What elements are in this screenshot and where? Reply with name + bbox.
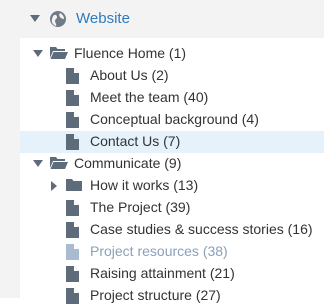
tree-item-label[interactable]: How it works (13) xyxy=(90,177,198,193)
tree-item-conceptual-background[interactable]: Conceptual background (4) xyxy=(20,109,324,131)
document-icon xyxy=(66,200,79,216)
tree-root-label[interactable]: Website xyxy=(76,10,130,27)
tree-item-project-resources[interactable]: Project resources (38) xyxy=(20,241,324,263)
caret-right-icon[interactable] xyxy=(51,181,58,191)
tree-item-raising-attainment[interactable]: Raising attainment (21) xyxy=(20,263,324,285)
tree-item-contact-us[interactable]: Contact Us (7) xyxy=(20,131,324,153)
document-icon xyxy=(66,244,79,260)
tree-folder-fluence-home[interactable]: Fluence Home (1) xyxy=(20,43,324,65)
tree-root-website[interactable]: Website xyxy=(0,0,324,38)
tree-item-label[interactable]: Case studies & success stories (16) xyxy=(90,221,313,237)
document-icon xyxy=(66,222,79,238)
tree-item-about-us[interactable]: About Us (2) xyxy=(20,65,324,87)
tree-item-label[interactable]: Contact Us (7) xyxy=(90,133,180,149)
caret-down-icon[interactable] xyxy=(30,15,40,23)
document-icon xyxy=(66,134,79,150)
document-icon xyxy=(66,90,79,106)
tree-item-label[interactable]: Project structure (27) xyxy=(90,287,221,303)
tree-gutter xyxy=(0,38,20,298)
tree-folder-communicate[interactable]: Communicate (9) xyxy=(20,153,324,175)
tree-item-label[interactable]: Raising attainment (21) xyxy=(90,265,235,281)
tree-item-label[interactable]: Fluence Home (1) xyxy=(74,45,186,61)
folder-open-icon xyxy=(50,157,68,169)
document-icon xyxy=(66,68,79,84)
tree-item-the-project[interactable]: The Project (39) xyxy=(20,197,324,219)
globe-icon xyxy=(50,11,66,27)
caret-down-icon[interactable] xyxy=(33,160,43,168)
document-icon xyxy=(66,112,79,128)
tree-item-label[interactable]: Meet the team (40) xyxy=(90,89,208,105)
tree-item-label[interactable]: Communicate (9) xyxy=(74,155,181,171)
document-icon xyxy=(66,288,79,304)
tree-item-project-structure[interactable]: Project structure (27) xyxy=(20,285,324,307)
tree-item-case-studies[interactable]: Case studies & success stories (16) xyxy=(20,219,324,241)
tree-item-label[interactable]: The Project (39) xyxy=(90,199,190,215)
document-icon xyxy=(66,266,79,282)
caret-down-icon[interactable] xyxy=(33,50,43,58)
tree-item-meet-the-team[interactable]: Meet the team (40) xyxy=(20,87,324,109)
tree-item-label[interactable]: Project resources (38) xyxy=(90,243,228,259)
folder-icon xyxy=(66,179,82,191)
tree-folder-how-it-works[interactable]: How it works (13) xyxy=(20,175,324,197)
folder-open-icon xyxy=(50,47,68,59)
tree-item-label[interactable]: About Us (2) xyxy=(90,67,169,83)
tree-item-label[interactable]: Conceptual background (4) xyxy=(90,111,259,127)
